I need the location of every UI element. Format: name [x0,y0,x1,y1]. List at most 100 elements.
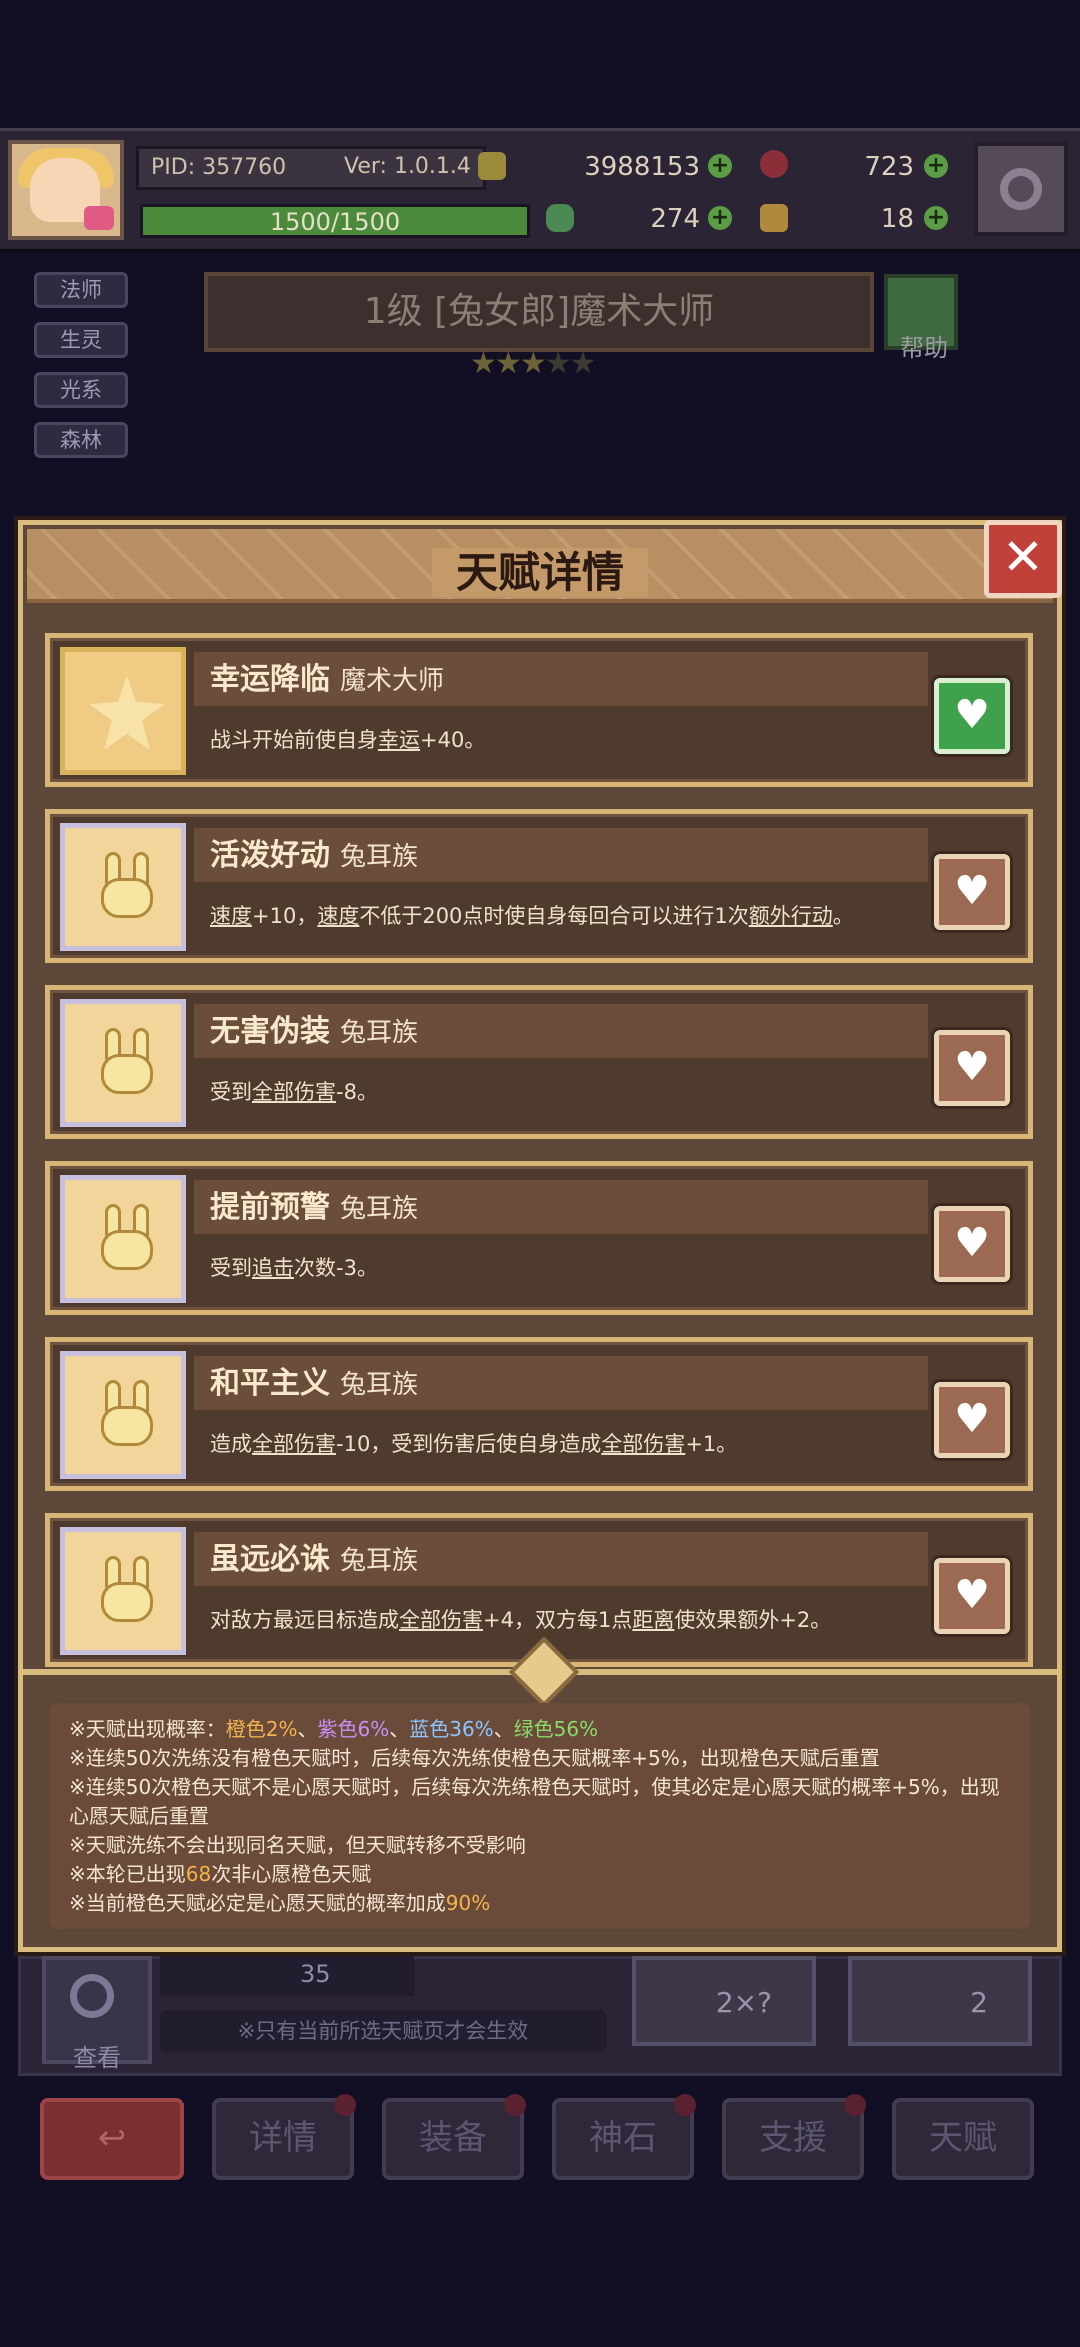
heart-icon: ♥ [954,1044,990,1090]
hero-star-rating: ★★★★★ [470,346,597,381]
help-label: 帮助 [900,334,948,362]
view-label: 查看 [73,2044,121,2072]
add-gold-button[interactable]: + [708,154,732,178]
talent-card[interactable]: 和平主义 兔耳族造成全部伤害-10，受到伤害后使自身造成全部伤害+1。 ♥ [45,1337,1033,1491]
keys-value: 18 [880,204,914,234]
star-icon: ★ [544,346,572,381]
bunny-icon [60,1351,186,1479]
star-icon [60,647,186,775]
talent-name: 提前预警 兔耳族 [210,1190,419,1225]
heart-icon: ♥ [954,1220,990,1266]
add-gems-button[interactable]: + [924,154,948,178]
talent-description: 受到全部伤害-8。 [210,1080,378,1104]
key-icon [760,204,788,232]
tag-element: 光系 [34,372,128,408]
wish-heart-button[interactable]: ♥ [934,678,1010,754]
back-arrow-icon: ↩ [97,2118,127,2158]
talent-race: 兔耳族 [340,1194,419,1224]
gear-icon [1000,168,1042,210]
talent-name: 虽远必诛 兔耳族 [210,1542,419,1577]
talent-description: 造成全部伤害-10，受到伤害后使自身造成全部伤害+1。 [210,1432,738,1456]
bunny-icon [60,999,186,1127]
settings-button[interactable] [974,142,1068,236]
close-icon: ✕ [1002,528,1044,586]
talent-card[interactable]: 活泼好动 兔耳族速度+10，速度不低于200点时使自身每回合可以进行1次额外行动。… [45,809,1033,963]
back-button[interactable]: ↩ [40,2098,184,2180]
nav-details[interactable]: 详情 [212,2094,356,2180]
star-icon: ★ [519,346,547,381]
modal-header: 天赋详情 [27,529,1053,603]
nav-support[interactable]: 支援 [722,2094,866,2180]
talent-description: 速度+10，速度不低于200点时使自身每回合可以进行1次额外行动。 [210,904,854,928]
material-count: 35 [300,1960,331,1988]
gold-value: 3988153 [584,152,700,182]
note-line: ※天赋出现概率：橙色2%、紫色6%、蓝色36%、绿色56% [69,1717,599,1741]
wish-heart-button[interactable]: ♥ [934,1558,1010,1634]
material-count-bar [160,1956,414,1996]
note-line: ※连续50次橙色天赋不是心愿天赋时，后续每次洗练橙色天赋时，使其必定是心愿天赋的… [69,1775,1000,1828]
wish-heart-button[interactable]: ♥ [934,854,1010,930]
clover-value: 274 [650,204,700,234]
wash-count: 2 [970,1986,988,2019]
wish-heart-button[interactable]: ♥ [934,1382,1010,1458]
talent-race: 兔耳族 [340,842,419,872]
add-clover-button[interactable]: + [708,206,732,230]
heart-icon: ♥ [954,692,990,738]
ruby-icon [760,150,788,178]
add-keys-button[interactable]: + [924,206,948,230]
talent-name: 幸运降临 魔术大师 [210,662,445,697]
gems-value: 723 [864,152,914,182]
nav-divine-stone[interactable]: 神石 [552,2094,696,2180]
talent-name: 和平主义 兔耳族 [210,1366,419,1401]
heart-icon: ♥ [954,1572,990,1618]
talent-card[interactable]: 无害伪装 兔耳族受到全部伤害-8。 ♥ [45,985,1033,1139]
notification-dot [844,2094,866,2116]
auto-wash-count: 2×? [715,1986,772,2019]
magnifier-icon [70,1974,114,2018]
talent-description: 对敌方最远目标造成全部伤害+4，双方每1点距离使效果额外+2。 [210,1608,832,1632]
notification-dot [334,2094,356,2116]
note-line: ※当前橙色天赋必定是心愿天赋的概率加成90% [69,1891,491,1915]
player-avatar[interactable] [8,140,124,240]
note-line: ※连续50次洗练没有橙色天赋时，后续每次洗练使橙色天赋概率+5%，出现橙色天赋后… [69,1746,880,1770]
talent-name: 无害伪装 兔耳族 [210,1014,419,1049]
nav-equipment[interactable]: 装备 [382,2094,526,2180]
bunny-icon [60,1527,186,1655]
talent-card[interactable]: 幸运降临 魔术大师战斗开始前使自身幸运+40。 ♥ [45,633,1033,787]
talent-race: 兔耳族 [340,1370,419,1400]
notification-dot [674,2094,696,2116]
notification-dot [504,2094,526,2116]
close-button[interactable]: ✕ [984,520,1062,598]
tag-type: 生灵 [34,322,128,358]
heart-icon: ♥ [954,868,990,914]
wish-heart-button[interactable]: ♥ [934,1206,1010,1282]
gold-coin-icon [478,152,506,180]
talent-card[interactable]: 提前预警 兔耳族受到追击次数-3。 ♥ [45,1161,1033,1315]
talent-description: 战斗开始前使自身幸运+40。 [210,728,486,752]
tag-region: 森林 [34,422,128,458]
bunny-icon [60,823,186,951]
clover-icon [546,204,574,232]
hp-bar: 1500/1500 [140,204,530,238]
nav-talent[interactable]: 天赋 [892,2098,1034,2180]
talent-race: 兔耳族 [340,1018,419,1048]
star-icon: ★ [470,346,497,381]
talent-page-hint: ※只有当前所选天赋页才会生效 [160,2010,606,2052]
talent-race: 兔耳族 [340,1546,419,1576]
talent-name: 活泼好动 兔耳族 [210,838,419,873]
modal-title: 天赋详情 [431,548,648,597]
heart-icon: ♥ [954,1396,990,1442]
bunny-icon [60,1175,186,1303]
auto-wash-button[interactable]: 2×? [632,1956,816,2046]
talent-race: 魔术大师 [340,666,445,696]
talent-description: 受到追击次数-3。 [210,1256,378,1280]
star-icon: ★ [494,346,522,381]
note-line: ※天赋洗练不会出现同名天赋，但天赋转移不受影响 [69,1833,526,1857]
version-label: Ver: 1.0.1.4 [344,154,471,179]
hero-name-banner: 1级 [兔女郎]魔术大师 [204,272,874,352]
tag-class: 法师 [34,272,128,308]
talent-wash-button[interactable]: 2 [848,1956,1032,2046]
wish-heart-button[interactable]: ♥ [934,1030,1010,1106]
star-icon: ★ [569,346,597,381]
hp-text: 1500/1500 [269,208,401,236]
